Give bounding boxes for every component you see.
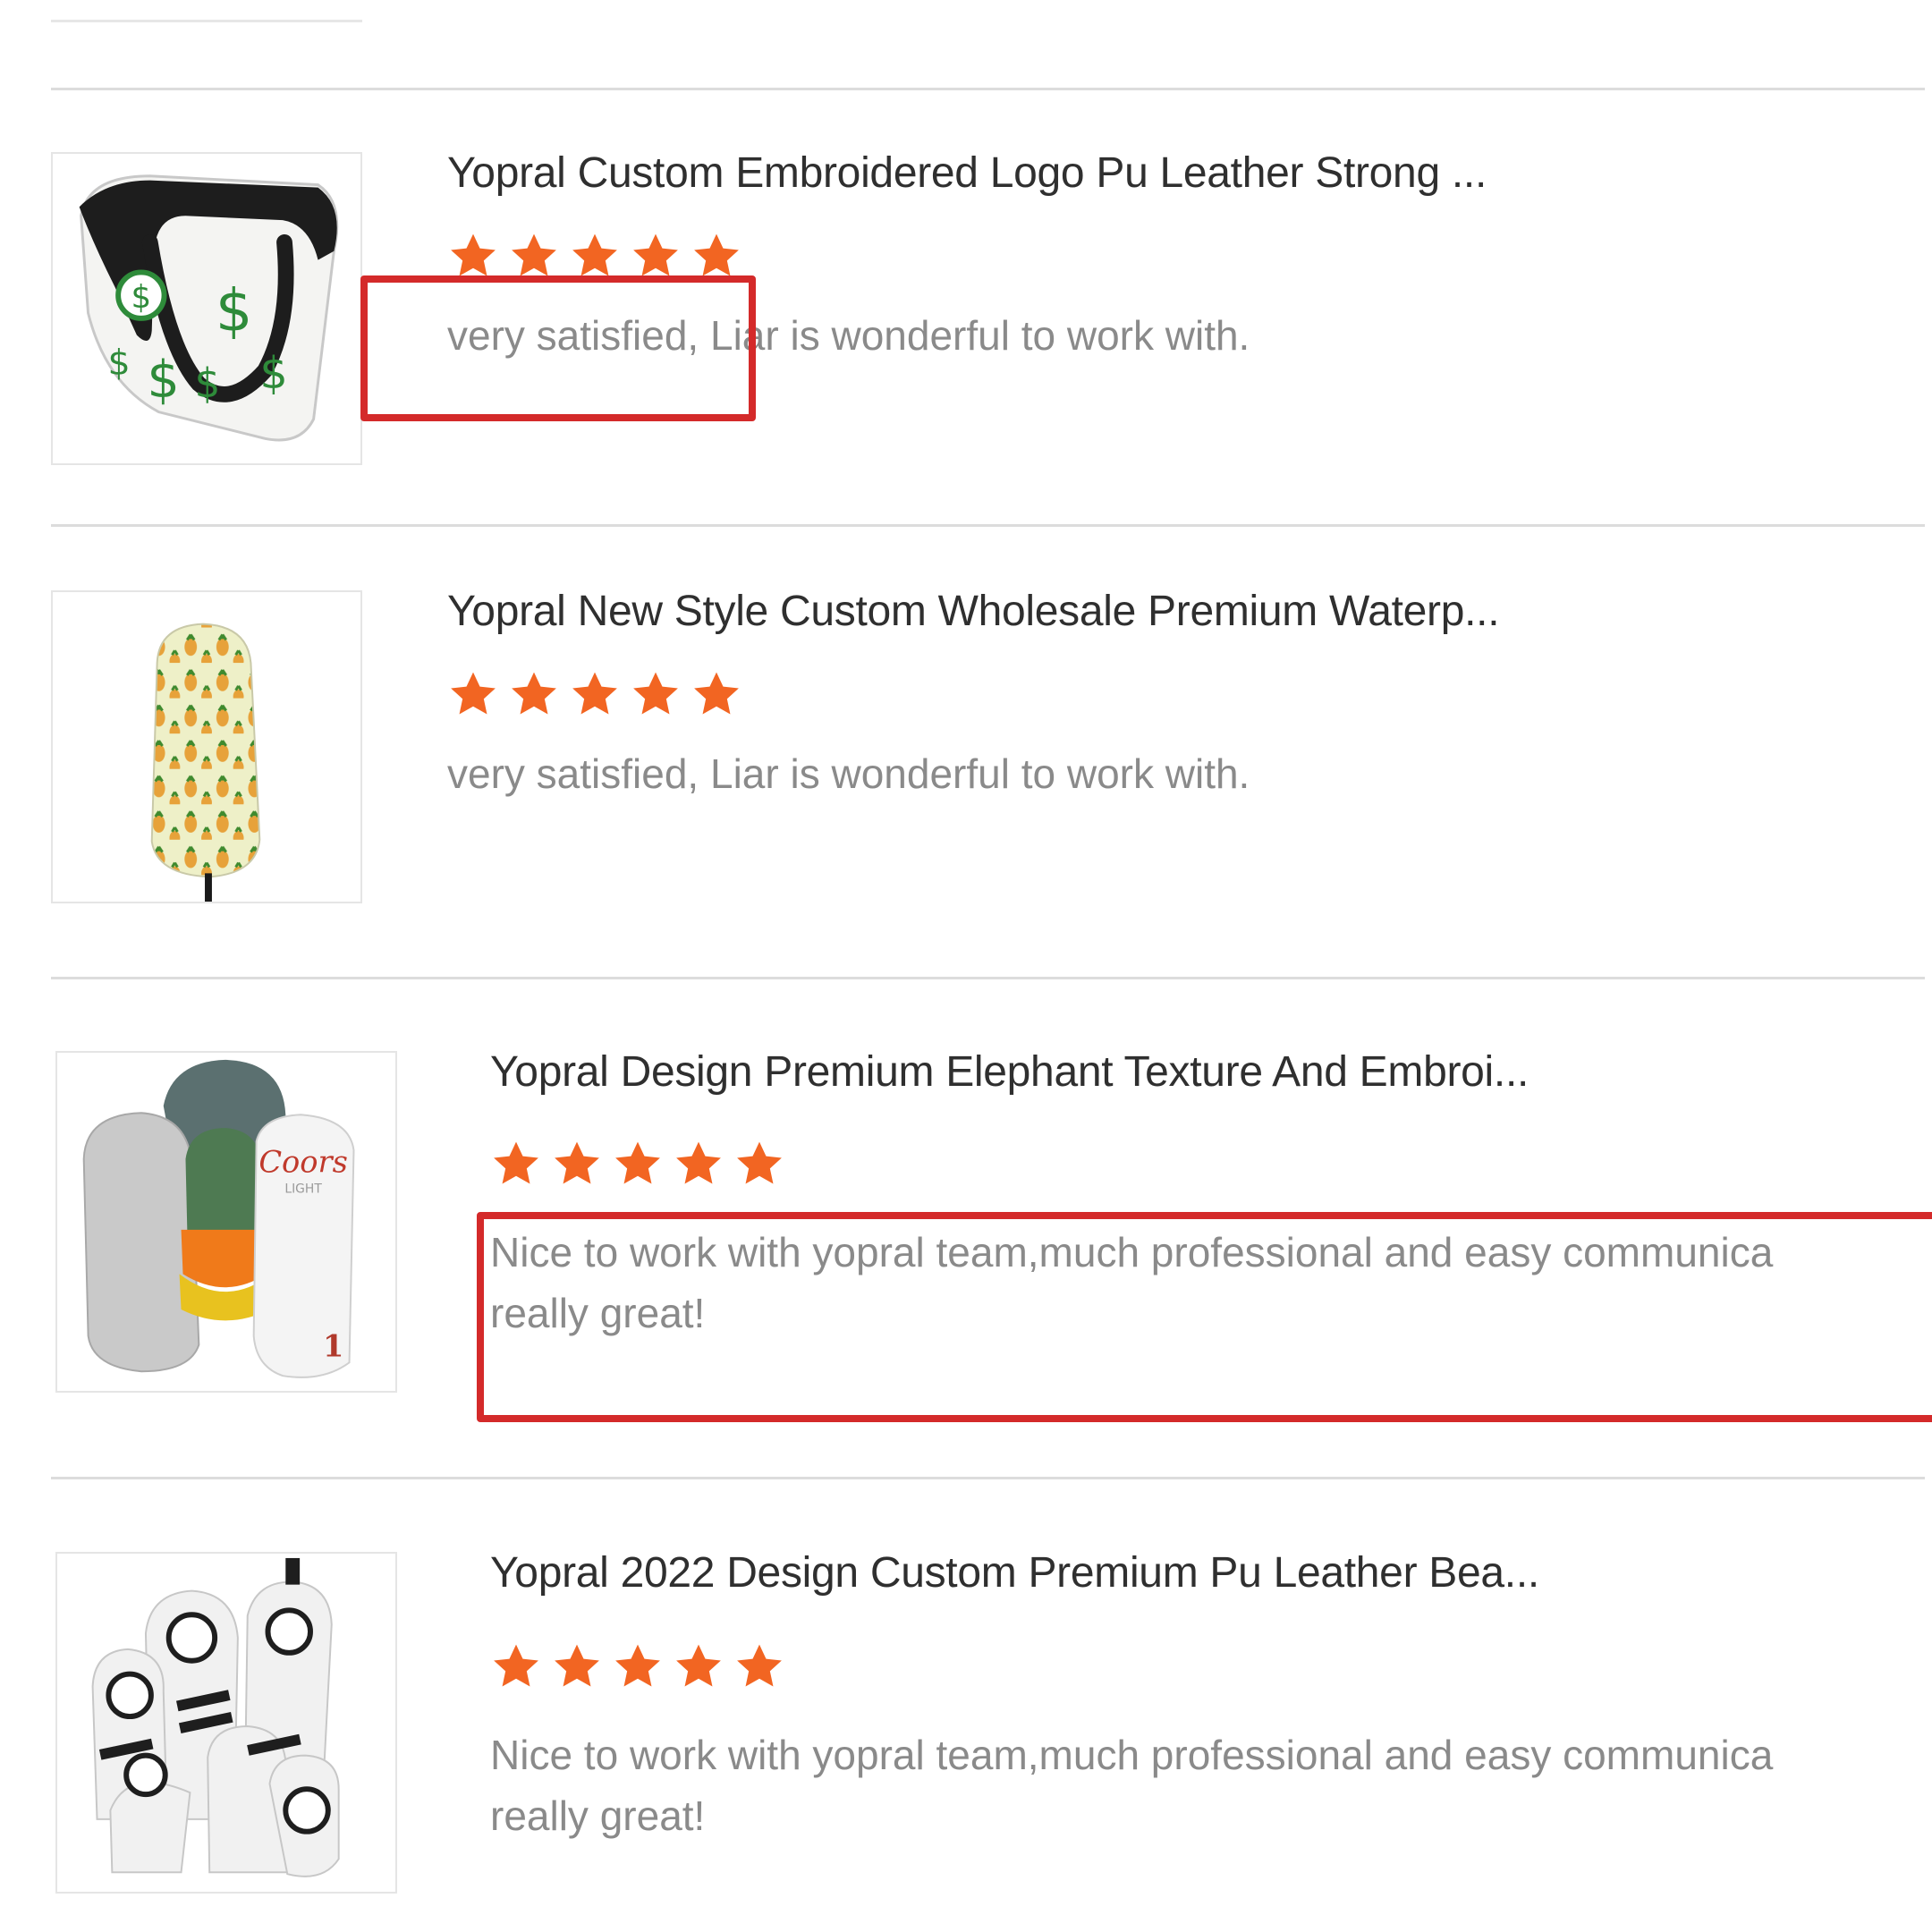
product-thumbnail[interactable]: $ $ $ $ $ $ xyxy=(51,152,362,465)
product-title[interactable]: Yopral Custom Embroidered Logo Pu Leathe… xyxy=(447,148,1487,198)
star-icon xyxy=(494,1141,538,1184)
highlight-box xyxy=(360,275,756,421)
review-comment-line2: really great! xyxy=(490,1792,706,1839)
product-title[interactable]: Yopral 2022 Design Custom Premium Pu Lea… xyxy=(490,1548,1539,1597)
star-icon xyxy=(451,672,496,715)
review-comment: very satisfied, Liar is wonderful to wor… xyxy=(447,750,1250,797)
star-rating xyxy=(447,669,742,723)
product-thumbnail[interactable]: Coors LIGHT 1 xyxy=(55,1051,397,1393)
svg-text:Coors: Coors xyxy=(258,1145,348,1180)
star-icon xyxy=(615,1141,660,1184)
product-thumbnail[interactable] xyxy=(51,590,362,903)
highlight-box xyxy=(477,1212,1932,1422)
star-icon xyxy=(694,672,739,715)
star-icon xyxy=(572,672,617,715)
svg-text:$: $ xyxy=(259,347,287,399)
product-thumbnail[interactable] xyxy=(55,1552,397,1894)
star-icon xyxy=(633,672,678,715)
star-icon xyxy=(737,1644,782,1687)
star-icon xyxy=(512,672,556,715)
star-rating xyxy=(490,1139,785,1192)
svg-text:$: $ xyxy=(216,277,253,345)
star-rating xyxy=(490,1641,785,1695)
star-icon xyxy=(615,1644,660,1687)
star-icon xyxy=(555,1644,599,1687)
dollar-putter-cover-icon: $ $ $ $ $ $ xyxy=(79,174,339,442)
pineapple-driver-cover-icon xyxy=(150,623,261,902)
divider xyxy=(51,524,1925,527)
svg-text:$: $ xyxy=(108,343,131,384)
svg-text:$: $ xyxy=(147,350,179,410)
divider xyxy=(51,1477,1925,1479)
svg-text:LIGHT: LIGHT xyxy=(284,1182,322,1196)
star-icon xyxy=(494,1644,538,1687)
top-divider-stub xyxy=(51,20,362,22)
svg-text:$: $ xyxy=(131,279,152,316)
divider xyxy=(51,977,1925,979)
divider xyxy=(51,88,1925,90)
svg-text:$: $ xyxy=(195,360,221,407)
product-title[interactable]: Yopral New Style Custom Wholesale Premiu… xyxy=(447,587,1500,636)
star-icon xyxy=(676,1141,721,1184)
elephant-texture-covers-icon: Coors LIGHT 1 xyxy=(82,1059,355,1378)
star-icon xyxy=(676,1644,721,1687)
review-comment: Nice to work with yopral team,much profe… xyxy=(490,1732,1774,1778)
svg-text:1: 1 xyxy=(323,1327,343,1363)
star-icon xyxy=(555,1141,599,1184)
star-icon xyxy=(737,1141,782,1184)
leather-headcover-set-icon xyxy=(91,1557,340,1877)
product-title[interactable]: Yopral Design Premium Elephant Texture A… xyxy=(490,1047,1529,1097)
